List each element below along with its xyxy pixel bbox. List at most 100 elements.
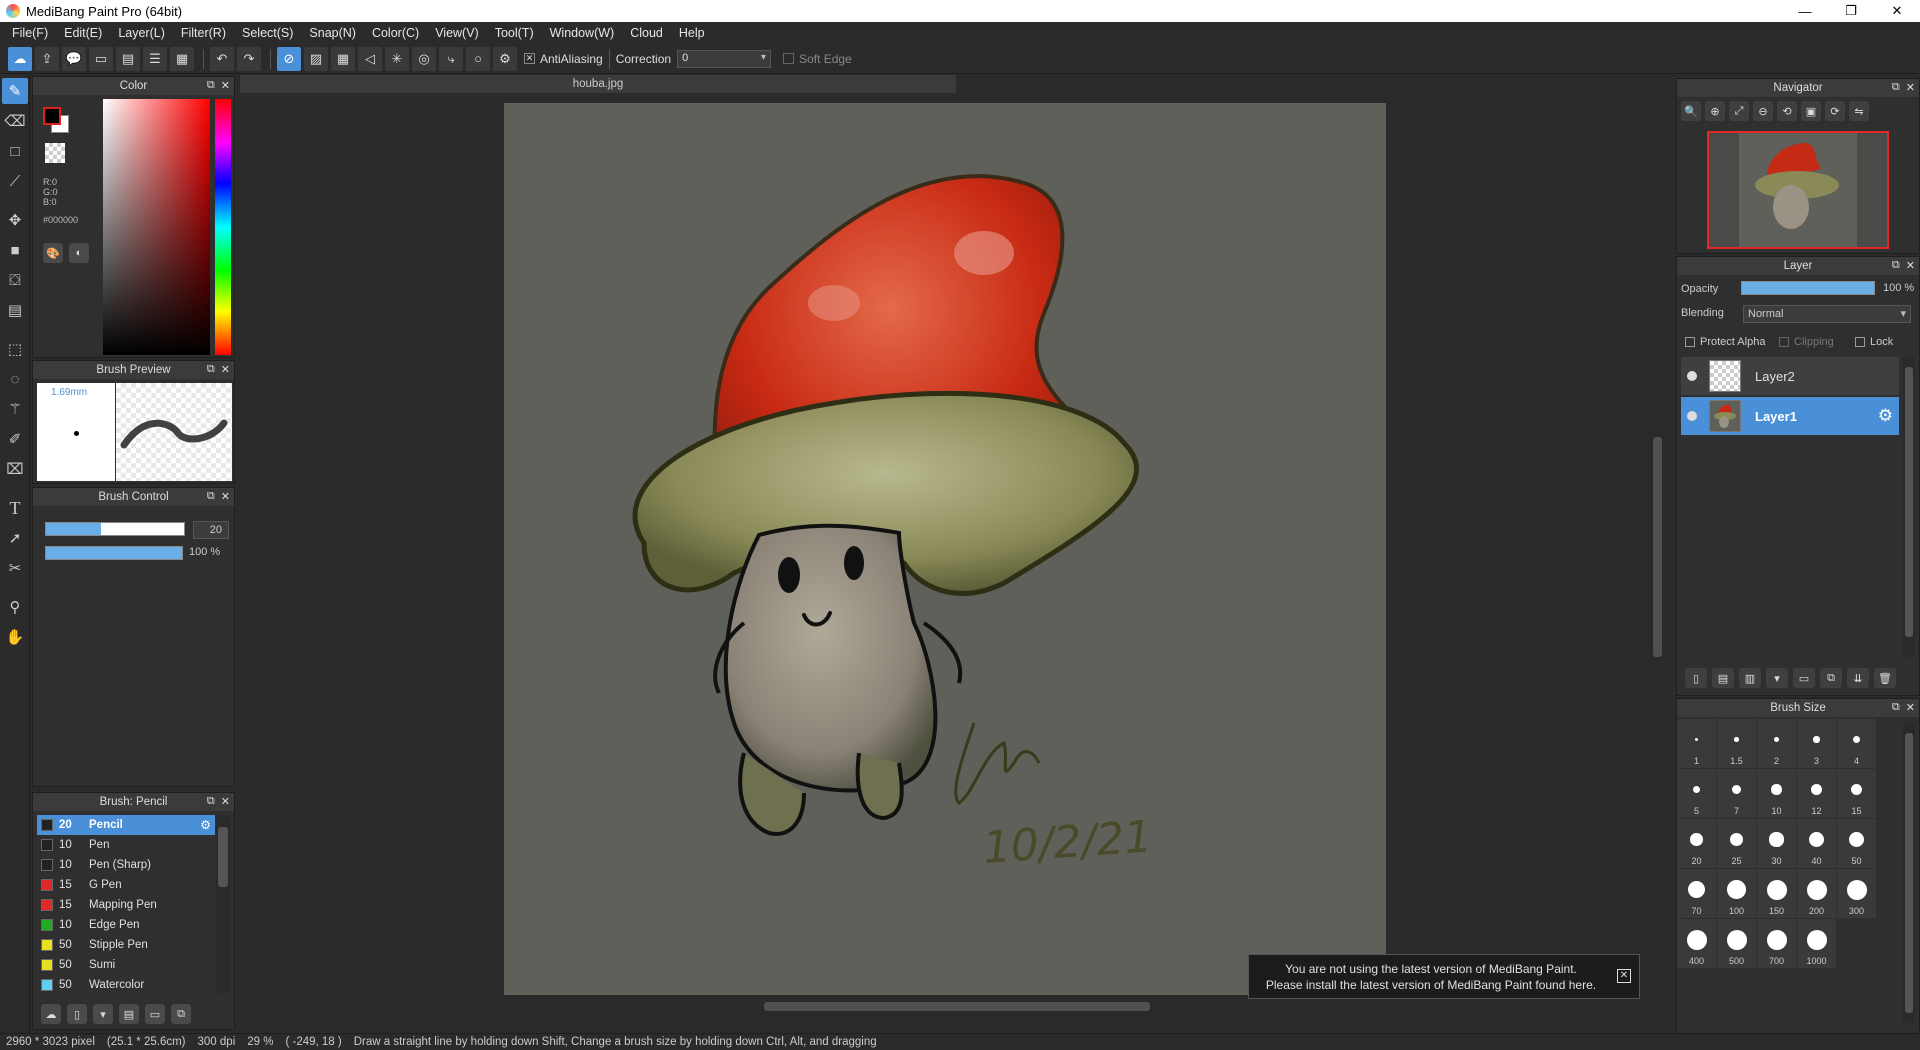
brush-size-option[interactable]: 50	[1837, 819, 1876, 868]
redo-icon[interactable]: ↷	[237, 46, 261, 71]
brush-item[interactable]: 50 Watercolor	[37, 975, 215, 995]
brush-size-option[interactable]: 4	[1837, 719, 1876, 768]
zoom-out-icon[interactable]: ⊖	[1753, 101, 1773, 121]
notice-line-2[interactable]: Please install the latest version of Med…	[1257, 977, 1605, 993]
undock-icon[interactable]: ⧉	[1892, 81, 1900, 94]
layer-row-layer1[interactable]: Layer1 ⚙	[1681, 397, 1899, 435]
rotate-right-icon[interactable]: ⟳	[1825, 101, 1845, 121]
saturation-value-picker[interactable]	[103, 99, 210, 355]
menu-window[interactable]: Window(W)	[542, 26, 623, 40]
brush-size-option[interactable]: 40	[1797, 819, 1836, 868]
cloud-icon[interactable]: ☁	[8, 46, 32, 71]
brush-size-option[interactable]: 10	[1757, 769, 1796, 818]
new-brush-icon[interactable]: ▯	[67, 1004, 87, 1024]
brush-size-option[interactable]: 500	[1717, 919, 1756, 968]
brush-item[interactable]: 50 Sumi	[37, 955, 215, 975]
menu-view[interactable]: View(V)	[427, 26, 487, 40]
brush-item[interactable]: 15 G Pen	[37, 875, 215, 895]
visibility-icon[interactable]	[1687, 371, 1697, 381]
menu-cloud[interactable]: Cloud	[622, 26, 671, 40]
cross-snap-icon[interactable]: ▦	[331, 46, 355, 71]
menu-snap[interactable]: Snap(N)	[301, 26, 364, 40]
brush-size-option[interactable]: 1	[1677, 719, 1716, 768]
canvas-viewport[interactable]: 10/2/21	[238, 95, 1648, 995]
menu-filter[interactable]: Filter(R)	[173, 26, 234, 40]
grid-icon[interactable]: ▦	[170, 46, 194, 71]
new-8bit-layer-icon[interactable]: ▥	[1739, 668, 1761, 688]
layer-row-layer2[interactable]: Layer2	[1681, 357, 1899, 395]
comment-icon[interactable]: 💬	[62, 46, 86, 71]
rotate-left-icon[interactable]: ⟲	[1777, 101, 1797, 121]
brush-size-slider[interactable]	[45, 522, 185, 536]
brush-size-option[interactable]: 1000	[1797, 919, 1836, 968]
snap-off-icon[interactable]: ⊘	[277, 46, 301, 71]
undock-icon[interactable]: ⧉	[207, 79, 215, 92]
canvas-horizontal-scrollbar[interactable]	[238, 997, 1648, 1015]
fit-view-icon[interactable]: ⤢	[1729, 101, 1749, 121]
brush-settings-gear-icon[interactable]: ⚙	[200, 818, 211, 832]
brush-item[interactable]: 10 Pen (Sharp)	[37, 855, 215, 875]
zoom-tool-icon[interactable]: 🔍	[1681, 101, 1701, 121]
parallel-snap-icon[interactable]: ▨	[304, 46, 328, 71]
blending-select[interactable]: Normal	[1743, 305, 1911, 323]
curve-snap-icon[interactable]: ⤷	[439, 46, 463, 71]
brush-list-scrollbar[interactable]	[216, 815, 230, 993]
fill-rect-tool-icon[interactable]: ■	[2, 237, 28, 263]
brush-size-option[interactable]: 25	[1717, 819, 1756, 868]
add-brush-icon[interactable]: ▾	[93, 1004, 113, 1024]
document-tab[interactable]: houba.jpg	[240, 75, 956, 93]
clipping-checkbox[interactable]: Clipping	[1779, 336, 1834, 348]
add-layer-menu-icon[interactable]: ▾	[1766, 668, 1788, 688]
foreground-color-swatch[interactable]	[43, 107, 61, 125]
brush-size-option[interactable]: 5	[1677, 769, 1716, 818]
snap-settings-icon[interactable]: ⚙	[493, 46, 517, 71]
close-panel-icon[interactable]: ✕	[1906, 81, 1915, 94]
undock-icon[interactable]: ⧉	[1892, 259, 1900, 272]
move-tool-icon[interactable]: ✥	[2, 207, 28, 233]
bucket-tool-icon[interactable]: ⛋	[2, 267, 28, 293]
new-layer-icon[interactable]: ▯	[1685, 668, 1707, 688]
close-panel-icon[interactable]: ✕	[1906, 701, 1915, 714]
brush-size-option[interactable]: 300	[1837, 869, 1876, 918]
undock-icon[interactable]: ⧉	[207, 490, 215, 503]
magic-wand-tool-icon[interactable]: ⚚	[2, 396, 28, 422]
brush-size-scrollbar[interactable]	[1903, 723, 1915, 1023]
page-icon[interactable]: ▤	[116, 46, 140, 71]
palette-icon[interactable]: 🎨	[43, 243, 63, 263]
brush-size-option[interactable]: 7	[1717, 769, 1756, 818]
layer-settings-gear-icon[interactable]: ⚙	[1878, 406, 1893, 426]
brush-size-option[interactable]: 400	[1677, 919, 1716, 968]
brush-tool-icon[interactable]: ✎	[2, 78, 28, 104]
brush-size-option[interactable]: 1.5	[1717, 719, 1756, 768]
close-panel-icon[interactable]: ✕	[221, 79, 230, 92]
undock-icon[interactable]: ⧉	[1892, 701, 1900, 714]
flip-icon[interactable]: ⇋	[1849, 101, 1869, 121]
close-button[interactable]: ✕	[1874, 0, 1920, 22]
transparent-color-swatch[interactable]	[45, 143, 65, 163]
brush-size-option[interactable]: 30	[1757, 819, 1796, 868]
chat-icon[interactable]: ▭	[89, 46, 113, 71]
antialiasing-checkbox[interactable]: ✕	[524, 53, 535, 64]
concentric-snap-icon[interactable]: ◎	[412, 46, 436, 71]
eraser-tool-icon[interactable]: ⌫	[2, 108, 28, 134]
brush-folder-icon[interactable]: ▭	[145, 1004, 165, 1024]
navigator-thumbnail[interactable]	[1707, 131, 1889, 249]
zoom-in-icon[interactable]: ⊕	[1705, 101, 1725, 121]
layer-opacity-slider[interactable]	[1741, 281, 1875, 295]
canvas-vertical-scrollbar[interactable]	[1650, 95, 1664, 995]
delete-layer-icon[interactable]: 🗑	[1874, 668, 1896, 688]
divide-tool-icon[interactable]: ✂	[2, 555, 28, 581]
close-panel-icon[interactable]: ✕	[221, 363, 230, 376]
close-panel-icon[interactable]: ✕	[221, 795, 230, 808]
update-notification[interactable]: You are not using the latest version of …	[1248, 954, 1640, 999]
menu-file[interactable]: File(F)	[4, 26, 56, 40]
protect-alpha-checkbox[interactable]: Protect Alpha	[1685, 336, 1765, 348]
merge-layer-icon[interactable]: ⇊	[1847, 668, 1869, 688]
undock-icon[interactable]: ⧉	[207, 363, 215, 376]
operation-tool-icon[interactable]: ➚	[2, 525, 28, 551]
lock-checkbox[interactable]: Lock	[1855, 336, 1893, 348]
close-panel-icon[interactable]: ✕	[221, 490, 230, 503]
brush-size-option[interactable]: 12	[1797, 769, 1836, 818]
maximize-button[interactable]: ❐	[1828, 0, 1874, 22]
brush-size-option[interactable]: 700	[1757, 919, 1796, 968]
